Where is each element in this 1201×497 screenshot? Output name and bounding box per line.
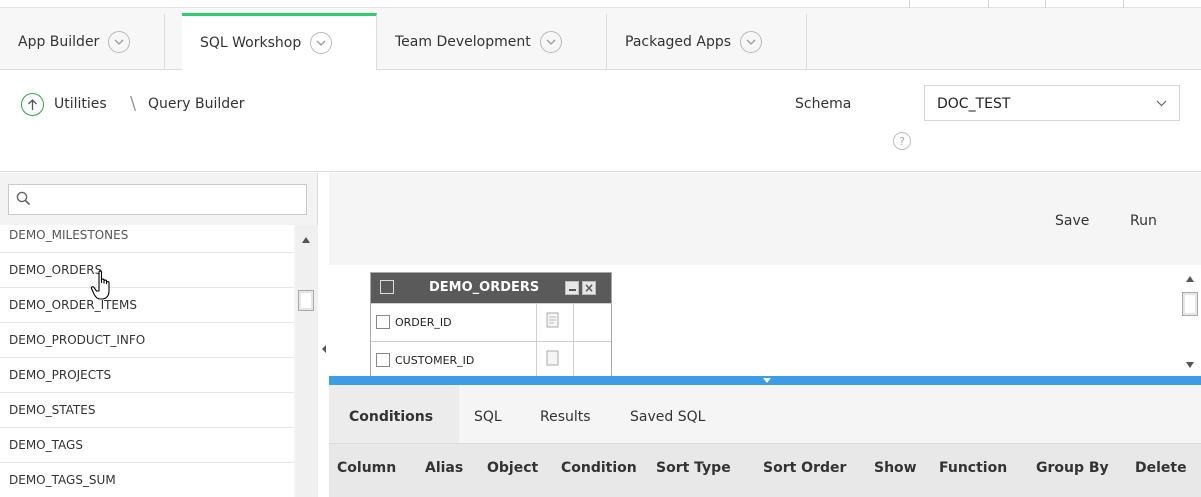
schema-value: DOC_TEST bbox=[937, 96, 1011, 112]
chevron-down-icon[interactable] bbox=[740, 31, 763, 53]
close-icon[interactable]: × bbox=[582, 281, 596, 295]
tab-label: App Builder bbox=[18, 34, 100, 50]
breadcrumb-utilities[interactable]: Utilities bbox=[54, 96, 107, 112]
top-tab-bar: App Builder SQL Workshop Team Developmen… bbox=[0, 0, 1201, 70]
column-header: Sort Order bbox=[763, 460, 847, 476]
tab-label: Team Development bbox=[395, 34, 531, 50]
list-item[interactable]: DEMO_ORDER_ITEMS bbox=[0, 287, 294, 322]
run-button[interactable]: Run bbox=[1130, 213, 1157, 229]
design-canvas[interactable]: DEMO_ORDERS × ORDER_ID CUSTOMER_ID bbox=[329, 265, 1201, 376]
hand-cursor-icon bbox=[90, 270, 110, 300]
tab-sql[interactable]: SQL bbox=[474, 409, 502, 425]
column-name: CUSTOMER_ID bbox=[395, 354, 475, 367]
chevron-down-icon bbox=[1156, 100, 1167, 107]
object-browser: DEMO_MILESTONES DEMO_ORDERS DEMO_ORDER_I… bbox=[0, 173, 318, 497]
top-strip bbox=[0, 0, 1201, 8]
column-header: Show bbox=[874, 460, 917, 476]
splitter-toggle-icon[interactable] bbox=[763, 378, 771, 383]
scroll-thumb[interactable] bbox=[1182, 292, 1198, 316]
divider bbox=[573, 342, 574, 376]
column-header: Alias bbox=[425, 460, 464, 476]
page-title: Query Builder bbox=[148, 96, 245, 112]
divider bbox=[536, 342, 537, 376]
conditions-panel: Conditions SQL Results Saved SQL Column … bbox=[329, 385, 1201, 497]
column-name: ORDER_ID bbox=[395, 316, 452, 329]
strip-divider bbox=[909, 0, 910, 8]
help-icon[interactable]: ? bbox=[893, 132, 911, 150]
conditions-header-row: Column Alias Object Condition Sort Type … bbox=[329, 443, 1201, 497]
chevron-down-icon[interactable] bbox=[310, 32, 333, 54]
column-type-icon bbox=[546, 312, 559, 328]
strip-divider bbox=[1123, 0, 1124, 8]
strip-divider bbox=[1045, 0, 1046, 8]
tab-label: SQL Workshop bbox=[200, 35, 302, 51]
tab-results[interactable]: Results bbox=[540, 409, 591, 425]
query-workspace: Save Run DEMO_ORDERS × ORDER_ID CUSTOMER… bbox=[329, 173, 1201, 497]
strip-divider bbox=[988, 0, 989, 8]
save-button[interactable]: Save bbox=[1055, 213, 1089, 229]
column-header: Group By bbox=[1036, 460, 1109, 476]
list-item[interactable]: DEMO_TAGS_SUM bbox=[0, 462, 294, 497]
column-header: Function bbox=[939, 460, 1008, 476]
column-checkbox[interactable] bbox=[376, 315, 390, 329]
tab-saved-sql[interactable]: Saved SQL bbox=[630, 409, 705, 425]
list-item[interactable]: DEMO_ORDERS bbox=[0, 252, 294, 287]
search-input[interactable] bbox=[37, 189, 297, 211]
list-item[interactable]: DEMO_PRODUCT_INFO bbox=[0, 322, 294, 357]
list-scrollbar[interactable] bbox=[296, 225, 318, 497]
tab-packaged-apps[interactable]: Packaged Apps bbox=[607, 14, 807, 70]
column-header: Object bbox=[487, 460, 539, 476]
column-header: Delete bbox=[1135, 460, 1187, 476]
table-column-row[interactable]: ORDER_ID bbox=[371, 303, 611, 342]
tab-sql-workshop[interactable]: SQL Workshop bbox=[182, 13, 377, 70]
pane-splitter[interactable] bbox=[329, 376, 1201, 385]
chevron-down-icon[interactable] bbox=[108, 31, 131, 53]
tab-team-development[interactable]: Team Development bbox=[377, 14, 607, 70]
breadcrumb-separator: \ bbox=[130, 93, 137, 114]
column-type-icon bbox=[546, 350, 559, 366]
tab-conditions[interactable]: Conditions bbox=[349, 409, 433, 425]
divider bbox=[536, 304, 537, 342]
tab-label: Packaged Apps bbox=[625, 34, 732, 50]
list-item[interactable]: DEMO_MILESTONES bbox=[0, 225, 294, 252]
search-field[interactable] bbox=[8, 184, 307, 215]
list-item[interactable]: DEMO_PROJECTS bbox=[0, 357, 294, 392]
column-header: Column bbox=[337, 460, 397, 476]
list-item[interactable]: DEMO_TAGS bbox=[0, 427, 294, 462]
column-header: Sort Type bbox=[656, 460, 731, 476]
table-card-header[interactable]: DEMO_ORDERS × bbox=[371, 273, 611, 303]
list-item[interactable]: DEMO_STATES bbox=[0, 392, 294, 427]
arrow-up-icon[interactable] bbox=[21, 93, 44, 116]
chevron-down-icon[interactable] bbox=[539, 31, 562, 53]
column-checkbox[interactable] bbox=[376, 353, 390, 367]
scroll-thumb[interactable] bbox=[298, 290, 314, 311]
table-column-row[interactable]: CUSTOMER_ID bbox=[371, 341, 611, 376]
divider bbox=[573, 304, 574, 342]
table-icon bbox=[380, 280, 394, 294]
table-card-title: DEMO_ORDERS bbox=[429, 280, 540, 295]
collapse-left-icon[interactable] bbox=[322, 345, 326, 353]
tab-app-builder[interactable]: App Builder bbox=[0, 14, 165, 70]
scroll-up-icon[interactable] bbox=[302, 237, 310, 243]
object-list: DEMO_MILESTONES DEMO_ORDERS DEMO_ORDER_I… bbox=[0, 225, 296, 497]
schema-select[interactable]: DOC_TEST bbox=[924, 85, 1180, 121]
schema-label: Schema bbox=[795, 96, 852, 112]
search-icon bbox=[16, 191, 31, 206]
column-header: Condition bbox=[561, 460, 637, 476]
scroll-down-icon[interactable] bbox=[1186, 362, 1194, 368]
minimize-icon[interactable] bbox=[565, 281, 579, 295]
page-header: Utilities \ Query Builder Schema DOC_TES… bbox=[0, 71, 1201, 172]
canvas-scrollbar[interactable] bbox=[1179, 265, 1201, 376]
scroll-up-icon[interactable] bbox=[1186, 276, 1194, 282]
table-card[interactable]: DEMO_ORDERS × ORDER_ID CUSTOMER_ID bbox=[370, 272, 612, 376]
